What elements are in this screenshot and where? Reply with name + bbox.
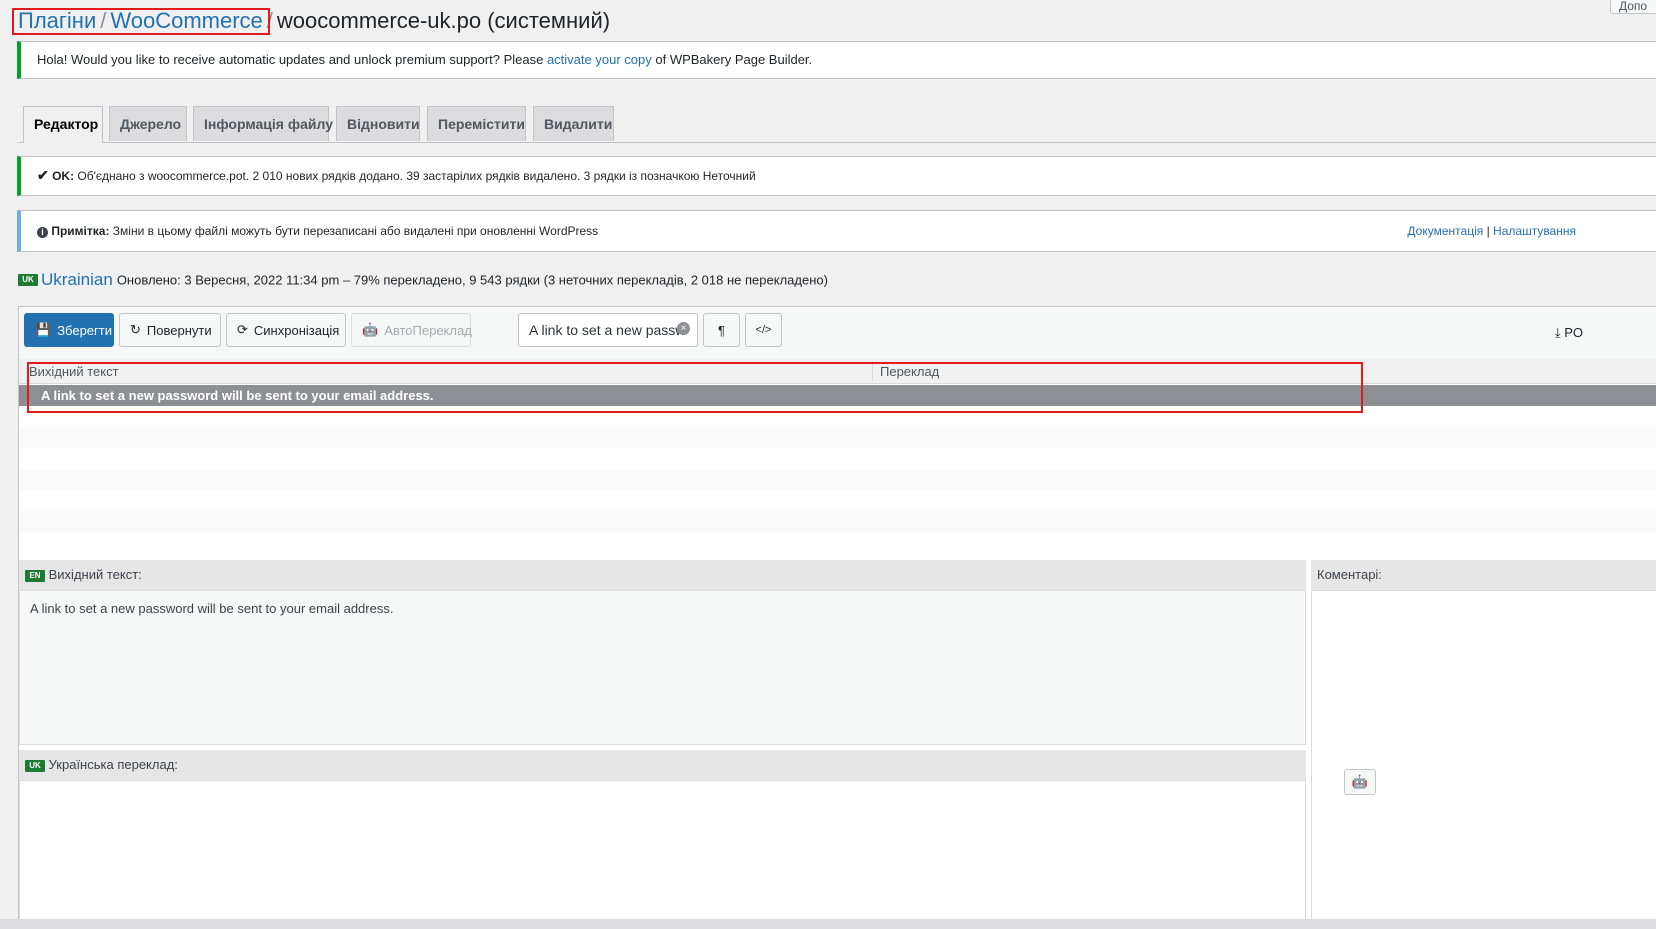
sync-button[interactable]: ⟳ Синхронізація bbox=[226, 313, 346, 347]
info-icon: i bbox=[37, 227, 48, 238]
comments-pane-title: Коментарі: bbox=[1317, 567, 1382, 582]
ok-text: Об'єднано з woocommerce.pot. 2 010 нових… bbox=[77, 169, 756, 183]
source-pane-title: Вихідний текст: bbox=[48, 567, 142, 582]
comments-pane-header: Коментарі: bbox=[1311, 560, 1656, 590]
tab-file-info[interactable]: Інформація файлу bbox=[193, 106, 333, 141]
source-pane-header: EN Вихідний текст: bbox=[19, 560, 1306, 590]
table-row-selected[interactable]: A link to set a new password will be sen… bbox=[19, 385, 1656, 406]
notice-text-after: of WPBakery Page Builder. bbox=[655, 52, 813, 67]
uk-flag-icon: UK bbox=[25, 759, 45, 772]
table-row[interactable] bbox=[19, 469, 1656, 490]
tab-source[interactable]: Джерело bbox=[109, 106, 187, 141]
table-row[interactable] bbox=[19, 427, 1656, 448]
sync-label: Синхронізація bbox=[253, 322, 340, 338]
column-divider bbox=[872, 361, 873, 381]
language-link[interactable]: Ukrainian bbox=[41, 270, 113, 289]
auto-translate-single-button[interactable]: 🤖 bbox=[1344, 769, 1376, 795]
auto-translate-button[interactable]: 🤖 АвтоПереклад bbox=[351, 313, 472, 347]
translation-pane-header: UK Українська переклад: bbox=[19, 750, 1306, 780]
link-separator: | bbox=[1486, 224, 1490, 238]
column-source[interactable]: Вихідний текст bbox=[29, 364, 119, 379]
breadcrumb-woocommerce-link[interactable]: WooCommerce bbox=[110, 8, 262, 33]
editor-toolbar: 💾 Зберегти ↻ Повернути ⟳ Синхронізація 🤖 Авт… bbox=[19, 307, 1656, 360]
search-input[interactable] bbox=[518, 313, 698, 347]
code-toggle[interactable]: </> bbox=[745, 313, 782, 347]
language-status-text: Оновлено: 3 Вересня, 2022 11:34 pm – 79%… bbox=[116, 272, 828, 288]
row-source-text: A link to set a new password will be sen… bbox=[41, 388, 434, 403]
revert-label: Повернути bbox=[146, 322, 212, 338]
uk-flag-icon: UK bbox=[18, 274, 38, 286]
tab-restore[interactable]: Відновити bbox=[336, 106, 420, 141]
footer-strip bbox=[0, 919, 1656, 929]
auto-translate-label: АвтоПереклад bbox=[384, 322, 472, 338]
note-label: Примітка: bbox=[51, 224, 110, 238]
tab-delete[interactable]: Видалити bbox=[533, 106, 614, 141]
grid-header: Вихідний текст Переклад bbox=[19, 359, 1656, 384]
undo-icon: ↻ bbox=[130, 322, 141, 337]
page-header: Плагіни / WooCommerce / woocommerce-uk.po (с… bbox=[0, 0, 1656, 44]
source-text-box: A link to set a new password will be sen… bbox=[19, 590, 1306, 745]
note-notice: i Примітка: Зміни в цьому файлі можуть б… bbox=[17, 210, 1656, 252]
column-translation[interactable]: Переклад bbox=[880, 364, 939, 379]
en-flag-icon: EN bbox=[25, 569, 45, 582]
comments-box[interactable] bbox=[1311, 590, 1656, 926]
revert-button[interactable]: ↻ Повернути bbox=[119, 313, 221, 347]
clear-icon[interactable]: × bbox=[677, 322, 690, 335]
tab-move[interactable]: Перемістити bbox=[427, 106, 526, 141]
download-icon: ⤓ bbox=[1554, 325, 1561, 340]
save-icon: 💾 bbox=[35, 322, 52, 337]
sync-icon: ⟳ bbox=[237, 322, 248, 337]
top-right-button[interactable]: Допо bbox=[1610, 0, 1656, 14]
note-text: Зміни в цьому файлі можуть бути перезапи… bbox=[112, 224, 599, 238]
breadcrumb-plugins-link[interactable]: Плагіни bbox=[18, 8, 96, 33]
wpbakery-notice: Hola! Would you like to receive automati… bbox=[17, 41, 1656, 79]
translation-textarea[interactable] bbox=[19, 780, 1306, 926]
robot-icon: 🤖 bbox=[362, 322, 379, 337]
page-title: woocommerce-uk.po (системний) bbox=[276, 8, 611, 33]
breadcrumb-separator: / bbox=[100, 8, 107, 33]
source-text: A link to set a new password will be sen… bbox=[30, 601, 394, 616]
activate-copy-link[interactable]: activate your copy bbox=[547, 52, 652, 67]
robot-icon: 🤖 bbox=[1351, 774, 1369, 789]
documentation-link[interactable]: Документація bbox=[1407, 224, 1483, 238]
tab-editor[interactable]: Редактор bbox=[23, 106, 103, 143]
download-po-button[interactable]: ⤓ PO bbox=[1555, 325, 1583, 341]
check-icon: ✔ bbox=[37, 167, 49, 183]
save-label: Зберегти bbox=[57, 322, 112, 338]
pilcrow-toggle[interactable]: ¶ bbox=[703, 313, 740, 347]
ok-notice: ✔ OK: Об'єднано з woocommerce.pot. 2 010… bbox=[17, 156, 1656, 196]
note-links: Документація | Налаштування bbox=[1407, 221, 1576, 241]
notice-text: Hola! Would you like to receive automati… bbox=[37, 52, 544, 67]
breadcrumb: Плагіни / WooCommerce / woocommerce-uk.po (с… bbox=[18, 6, 610, 36]
breadcrumb-separator: / bbox=[266, 8, 273, 33]
language-status: UK Ukrainian Оновлено: 3 Вересня, 2022 11:… bbox=[18, 270, 828, 290]
download-label: PO bbox=[1564, 325, 1583, 340]
editor-tabs: Редактор Джерело Інформація файлу Віднов… bbox=[18, 106, 1656, 143]
translation-pane-title: Українська переклад: bbox=[48, 757, 178, 772]
ok-label: OK: bbox=[52, 169, 75, 183]
save-button[interactable]: 💾 Зберегти bbox=[24, 313, 114, 347]
settings-link[interactable]: Налаштування bbox=[1493, 224, 1576, 238]
translation-editor: 💾 Зберегти ↻ Повернути ⟳ Синхронізація 🤖 Авт… bbox=[18, 306, 1656, 926]
table-row[interactable] bbox=[19, 511, 1656, 532]
